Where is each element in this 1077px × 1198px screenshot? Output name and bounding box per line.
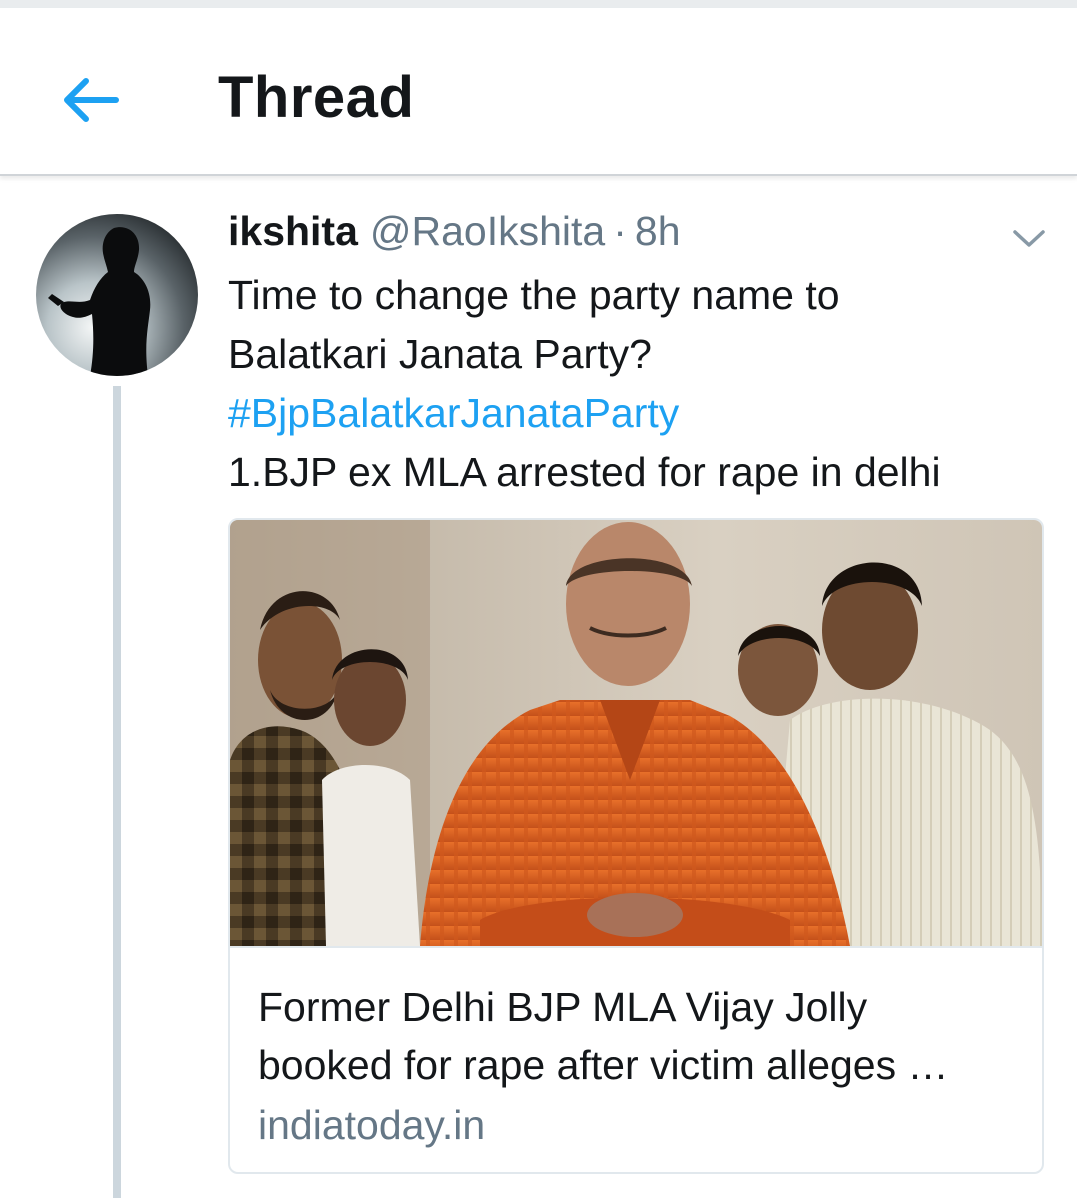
card-image (230, 520, 1042, 946)
page-title: Thread (218, 65, 415, 130)
thread-connector-line (113, 386, 121, 1198)
avatar-silhouette-image (36, 214, 198, 376)
chevron-down-icon (1013, 230, 1045, 247)
timestamp[interactable]: 8h (635, 208, 681, 255)
display-name[interactable]: ikshita (228, 208, 358, 255)
link-preview-card[interactable]: Former Delhi BJP MLA Vijay Jolly booked … (228, 518, 1044, 1174)
user-handle[interactable]: @RaoIkshita (370, 208, 605, 255)
tweet-text-line: Balatkari Janata Party? (228, 331, 652, 377)
card-title-line: Former Delhi BJP MLA Vijay Jolly (258, 984, 868, 1030)
hashtag-link[interactable]: #BjpBalatkarJanataParty (228, 390, 679, 436)
separator-dot: · (613, 208, 627, 254)
thread-header: Thread (0, 8, 1077, 176)
tweet-text-line: 1.BJP ex MLA arrested for rape in delhi (228, 449, 941, 495)
tweet-text: Time to change the party name to Balatka… (228, 266, 1048, 502)
card-body: Former Delhi BJP MLA Vijay Jolly booked … (230, 946, 1042, 1172)
card-domain: indiatoday.in (258, 1102, 486, 1148)
status-strip (0, 0, 1077, 8)
news-photo-image (230, 520, 1042, 946)
tweet-header: ikshita @RaoIkshita · 8h (228, 208, 681, 264)
avatar[interactable] (36, 214, 198, 376)
back-button[interactable] (52, 70, 128, 130)
tweet-menu-button[interactable] (1006, 222, 1052, 256)
tweet-text-line: Time to change the party name to (228, 272, 840, 318)
arrow-left-icon (64, 78, 119, 122)
card-title-line: booked for rape after victim alleges … (258, 1042, 949, 1088)
card-title: Former Delhi BJP MLA Vijay Jolly booked … (258, 978, 1014, 1094)
